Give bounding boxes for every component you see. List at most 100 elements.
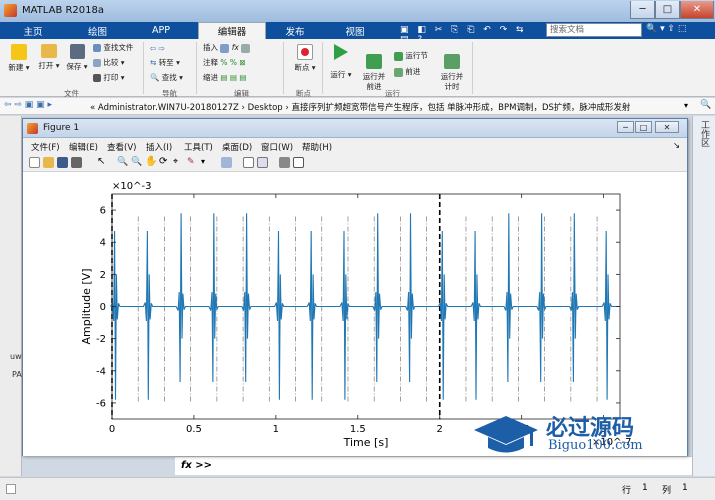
left-panel-label-uw: uw [10, 352, 22, 361]
folder-icon [41, 44, 57, 58]
run-and-time-button[interactable]: 运行并 计时 [436, 44, 468, 92]
search-docs-input[interactable]: 搜索文档 [546, 23, 642, 37]
matlab-logo-icon [4, 4, 17, 17]
tab-publish[interactable]: 发布 [270, 22, 320, 39]
indent-button[interactable]: 缩进 ▤ ▤ ▤ [203, 73, 246, 83]
ribbon-separator [283, 42, 284, 94]
figure-title-bar[interactable]: Figure 1 ─ □ ✕ [23, 119, 687, 138]
find-files-icon [93, 44, 101, 52]
command-prompt: fx >> [181, 460, 213, 471]
cursor-col-label: 列 [662, 486, 672, 496]
open-file-icon[interactable] [43, 157, 54, 168]
hide-tools-icon[interactable] [279, 157, 290, 168]
chevron-down-icon[interactable]: ▾ [684, 101, 688, 110]
run-time-icon [444, 54, 460, 69]
menu-insert[interactable]: 插入(I) [146, 141, 172, 153]
print-figure-icon[interactable] [71, 157, 82, 168]
folder-nav-icons[interactable]: ⇦ ⇨ ▣ ▣ ▸ [4, 100, 52, 110]
insert-button[interactable]: 插入 fx [203, 43, 251, 53]
zoom-in-icon[interactable]: 🔍 [117, 157, 128, 168]
x-tick-label: 1 [273, 424, 279, 435]
save-button[interactable]: 保存 ▾ [64, 44, 90, 72]
maximize-button[interactable]: □ [655, 1, 680, 19]
ribbon-separator [322, 42, 323, 94]
run-and-advance-button[interactable]: 运行并 前进 [358, 44, 390, 92]
cursor-col-value: 1 [682, 483, 688, 493]
menu-help[interactable]: 帮助(H) [302, 141, 332, 153]
run-icon [334, 44, 348, 60]
find-button[interactable]: 🔍 查找 ▾ [150, 73, 183, 83]
left-panel: uw PA [0, 116, 22, 476]
menu-dock-arrow-icon[interactable]: ↘ [673, 141, 680, 151]
status-icon [6, 484, 16, 494]
figure-minimize-button[interactable]: ─ [617, 121, 634, 133]
legend-icon[interactable] [257, 157, 268, 168]
pan-icon[interactable]: ✋ [145, 157, 157, 168]
search-icon[interactable]: 🔍 ▾ ⇧ ⬚ [646, 24, 712, 37]
workspace-panel-collapsed[interactable]: 工作区 [692, 116, 715, 476]
link-plot-icon[interactable] [221, 157, 232, 168]
back-forward-icon[interactable]: ⇦ ⇨ [150, 44, 165, 54]
editor-ribbon: 新建 ▾ 打开 ▾ 保存 ▾ 查找文件 比较 ▾ 打印 ▾ 文件 ⇦ ⇨ ⇆ 转… [0, 39, 715, 98]
goto-button[interactable]: ⇆ 转至 ▾ [150, 58, 180, 68]
close-button[interactable]: ✕ [680, 1, 714, 19]
show-tools-icon[interactable] [293, 157, 304, 168]
data-cursor-icon[interactable]: ⌖ [173, 157, 184, 168]
title-bar: MATLAB R2018a ─ □ ✕ [0, 0, 715, 22]
insert-menu-icon [241, 43, 251, 53]
find-files-button[interactable]: 查找文件 [93, 43, 133, 53]
quick-access-toolbar[interactable]: ▣ ◧ ✂ ⎘ ⎗ ↶ ↷ ⇆ ▤ ? [400, 25, 540, 45]
cursor-row-value: 1 [642, 483, 648, 493]
print-button[interactable]: 打印 ▾ [93, 73, 125, 83]
run-section-button[interactable]: 运行节 [394, 51, 428, 61]
cursor-row-label: 行 [622, 486, 632, 496]
run-button[interactable]: 运行 ▾ [327, 44, 355, 80]
colorbar-icon[interactable] [243, 157, 254, 168]
y-axis-label: Amplitude [V] [80, 269, 93, 345]
tab-plots[interactable]: 绘图 [70, 22, 125, 39]
graduation-cap-logo-icon [474, 416, 538, 453]
x-axis-label: Time [s] [343, 436, 389, 449]
menu-tools[interactable]: 工具(T) [184, 141, 213, 153]
zoom-out-icon[interactable]: 🔍 [131, 157, 142, 168]
figure-maximize-button[interactable]: □ [635, 121, 652, 133]
tab-home[interactable]: 主页 [8, 22, 58, 39]
current-folder-path[interactable]: « Administrator.WIN7U-20180127Z › Deskto… [90, 101, 630, 113]
left-panel-label-pa: PA [12, 370, 22, 379]
indent-icon: ▤ ▤ ▤ [220, 73, 247, 82]
advance-button[interactable]: 前进 [394, 67, 420, 77]
new-figure-icon[interactable] [29, 157, 40, 168]
figure-close-button[interactable]: ✕ [655, 121, 679, 133]
tab-editor[interactable]: 编辑器 [198, 22, 266, 39]
compare-button[interactable]: 比较 ▾ [93, 58, 125, 68]
rotate-icon[interactable]: ⟳ [159, 157, 170, 168]
figure-window[interactable]: Figure 1 ─ □ ✕ 文件(F) 编辑(E) 查看(V) 插入(I) 工… [22, 118, 688, 456]
brush-icon[interactable]: ✎ [187, 157, 198, 168]
new-button[interactable]: 新建 ▾ [6, 44, 32, 73]
pointer-icon[interactable]: ↖ [97, 157, 108, 168]
brush-chevron-down-icon[interactable]: ▾ [201, 157, 212, 168]
breakpoints-button[interactable]: 断点 ▾ [290, 44, 320, 73]
path-search-icon[interactable]: 🔍 [700, 100, 711, 110]
x-tick-label: 0 [109, 424, 115, 435]
ribbon-separator [472, 42, 473, 94]
minimize-button[interactable]: ─ [630, 1, 655, 19]
save-figure-icon[interactable] [57, 157, 68, 168]
menu-file[interactable]: 文件(F) [31, 141, 60, 153]
comment-button[interactable]: 注释 % % ⊠ [203, 58, 246, 68]
tab-view[interactable]: 视图 [330, 22, 380, 39]
menu-window[interactable]: 窗口(W) [261, 141, 293, 153]
y-tick-label: -2 [96, 334, 106, 345]
current-folder-bar: ⇦ ⇨ ▣ ▣ ▸ « Administrator.WIN7U-20180127… [0, 98, 715, 115]
menu-edit[interactable]: 编辑(E) [69, 141, 98, 153]
tab-apps[interactable]: APP [136, 22, 186, 39]
menu-view[interactable]: 查看(V) [107, 141, 136, 153]
y-tick-label: 0 [100, 302, 106, 313]
open-button[interactable]: 打开 ▾ [36, 44, 62, 71]
y-tick-label: -6 [96, 398, 106, 409]
figure-title: Figure 1 [43, 123, 80, 133]
figure-icon [27, 123, 38, 134]
x-tick-label: 2 [437, 424, 443, 435]
run-section-icon [394, 51, 403, 61]
menu-desktop[interactable]: 桌面(D) [222, 141, 252, 153]
